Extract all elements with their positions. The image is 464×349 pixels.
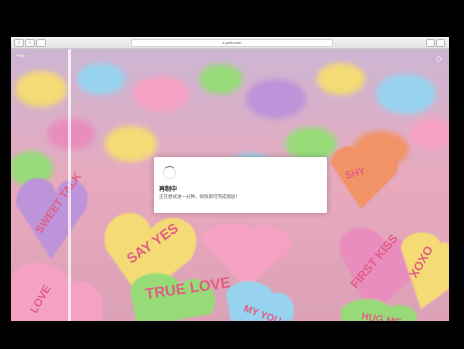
app-corner-label: Pixlr xyxy=(17,53,25,58)
loading-spinner-icon xyxy=(163,166,176,179)
tab-overview-icon[interactable] xyxy=(36,39,46,47)
tabs-icon[interactable] xyxy=(436,39,445,47)
dialog-message: 正在尝试进一分钟，很快即可完成图层！ xyxy=(159,194,240,199)
back-button[interactable]: ‹ xyxy=(14,39,24,47)
forward-button[interactable]: › xyxy=(25,39,35,47)
loading-dialog: 再制中 正在尝试进一分钟，很快即可完成图层！ xyxy=(154,157,327,213)
share-icon[interactable] xyxy=(426,39,435,47)
browser-toolbar: ‹ › s.pixlr.com xyxy=(11,37,449,49)
ruler-guide-line[interactable] xyxy=(68,49,71,321)
address-bar[interactable]: s.pixlr.com xyxy=(131,39,333,47)
settings-icon[interactable]: ◇ xyxy=(435,55,443,63)
dialog-title: 再制中 xyxy=(159,187,178,193)
screen-frame: ‹ › s.pixlr.com SWEET TALK SAY YES TRUE … xyxy=(11,37,449,321)
